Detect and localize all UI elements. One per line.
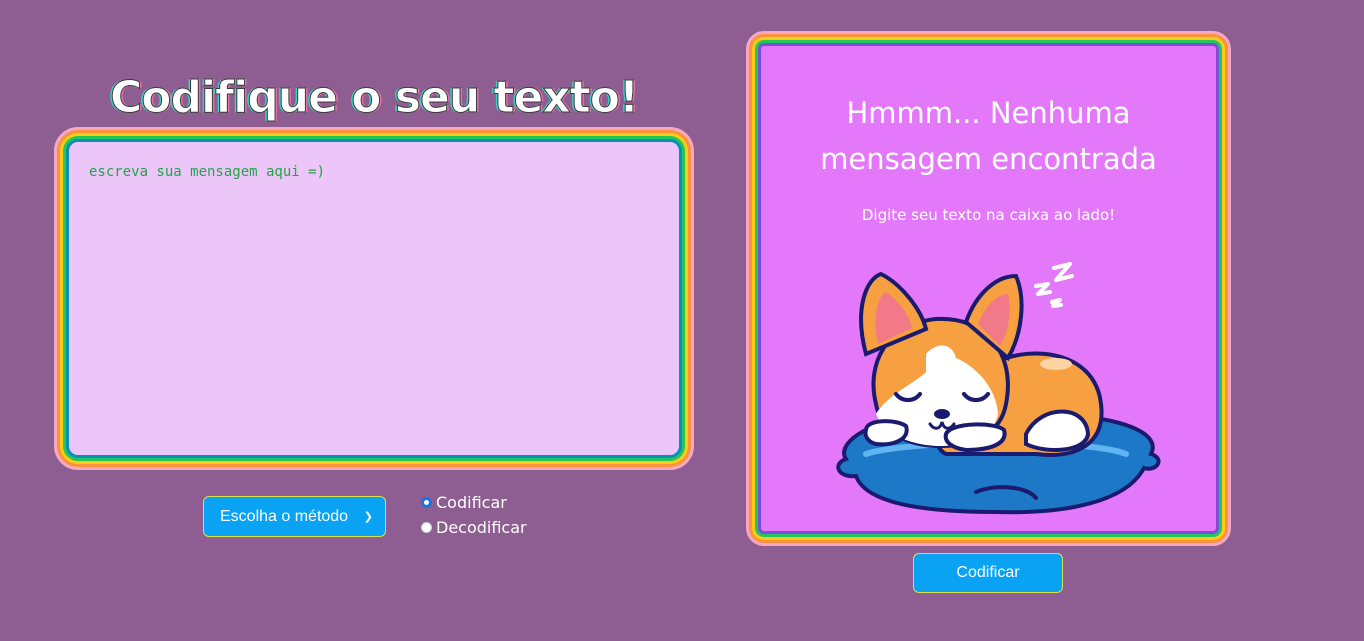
output-panel: Hmmm... Nenhuma mensagem encontrada Digi… bbox=[746, 31, 1231, 546]
radio-decode-label: Decodificar bbox=[436, 518, 527, 537]
radio-decode[interactable] bbox=[421, 522, 432, 533]
chevron-down-icon: ❯ bbox=[363, 511, 373, 523]
output-inner: Hmmm... Nenhuma mensagem encontrada Digi… bbox=[761, 46, 1216, 531]
sleep-z-icon bbox=[1034, 262, 1074, 308]
output-title: Hmmm... Nenhuma mensagem encontrada bbox=[820, 96, 1157, 176]
page-title: Codifique o seu texto! bbox=[109, 72, 639, 124]
method-select[interactable]: Escolha o método ❯ bbox=[203, 496, 386, 537]
encode-button[interactable]: Codificar bbox=[913, 553, 1063, 593]
output-subtitle: Digite seu texto na caixa ao lado! bbox=[861, 206, 1116, 224]
radio-encode-label: Codificar bbox=[436, 493, 507, 512]
sleeping-dog-illustration bbox=[836, 262, 1161, 515]
method-select-value: Escolha o método bbox=[220, 507, 349, 525]
page: Codifique o seu texto! Escolha o método … bbox=[0, 0, 1364, 641]
editor-inner bbox=[69, 142, 679, 455]
message-input[interactable] bbox=[69, 142, 679, 455]
dog-icon bbox=[859, 271, 1104, 457]
editor-frame bbox=[54, 127, 694, 470]
radio-option-encode[interactable]: Codificar bbox=[421, 490, 527, 515]
radio-option-decode[interactable]: Decodificar bbox=[421, 515, 527, 540]
radio-encode[interactable] bbox=[421, 497, 432, 508]
mode-radio-group: Codificar Decodificar bbox=[421, 490, 527, 540]
